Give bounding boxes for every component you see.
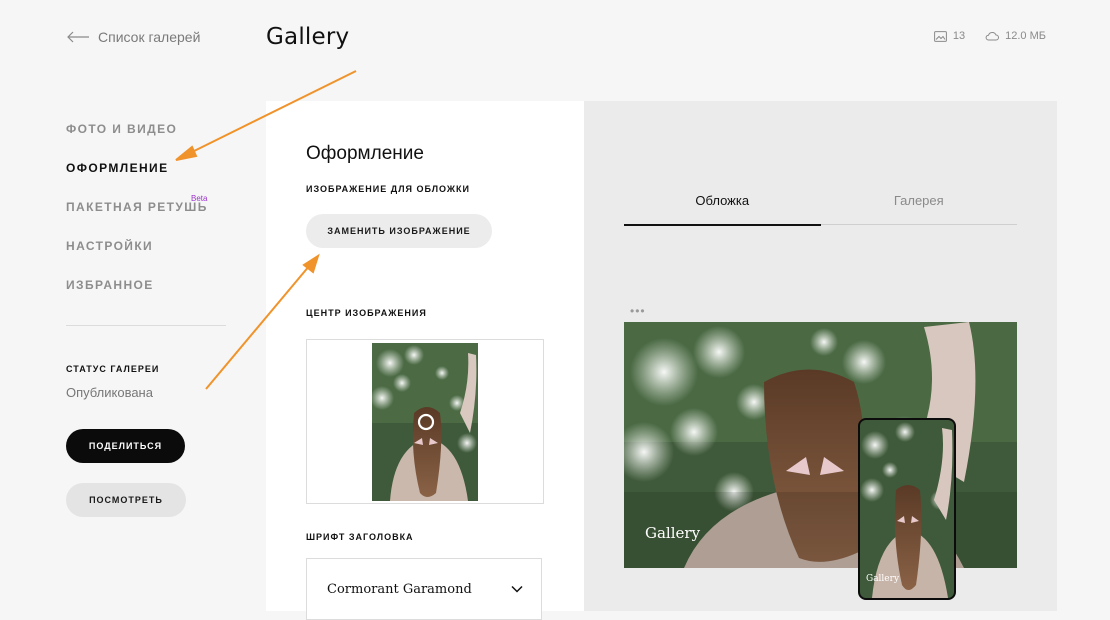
phone-preview-image: [860, 420, 954, 598]
chevron-down-icon: [511, 585, 523, 593]
tab-gallery[interactable]: Галерея: [821, 180, 1018, 224]
sidebar-item-photos-videos[interactable]: ФОТО И ВИДЕО: [66, 121, 226, 160]
sidebar-divider: [66, 325, 226, 326]
cloud-icon: [985, 31, 1000, 41]
sidebar-item-batch-retouch[interactable]: ПАКЕТНАЯ РЕТУШЬ Beta: [66, 194, 226, 238]
tab-cover[interactable]: Обложка: [624, 180, 821, 226]
storage-size: 12.0 МБ: [1005, 30, 1046, 42]
sidebar-item-label: ИЗБРАННОЕ: [66, 278, 154, 292]
more-dots-icon[interactable]: •••: [630, 305, 646, 317]
beta-badge: Beta: [191, 194, 208, 203]
focus-ring-icon[interactable]: [417, 413, 435, 431]
cover-image-label: ИЗОБРАЖЕНИЕ ДЛЯ ОБЛОЖКИ: [306, 184, 471, 194]
image-focus-picker[interactable]: [306, 339, 544, 504]
back-to-galleries-link[interactable]: Список галерей: [66, 28, 200, 46]
replace-image-button[interactable]: ЗАМЕНИТЬ ИЗОБРАЖЕНИЕ: [306, 214, 492, 248]
image-focus-label: ЦЕНТР ИЗОБРАЖЕНИЯ: [306, 308, 427, 318]
view-button[interactable]: ПОСМОТРЕТЬ: [66, 483, 186, 517]
phone-preview: Gallery: [858, 418, 956, 600]
page-title: Gallery: [266, 24, 350, 50]
arrow-left-icon: [67, 31, 89, 43]
gallery-status-value: Опубликована: [66, 385, 153, 400]
sidebar-item-settings[interactable]: НАСТРОЙКИ: [66, 238, 226, 277]
sidebar-item-label: ПАКЕТНАЯ РЕТУШЬ: [66, 200, 208, 214]
heading-font-value: Cormorant Garamond: [327, 581, 472, 597]
back-link-label: Список галерей: [98, 29, 201, 45]
image-icon: [933, 30, 947, 42]
heading-font-label: ШРИФТ ЗАГОЛОВКА: [306, 532, 414, 542]
share-button[interactable]: ПОДЕЛИТЬСЯ: [66, 429, 185, 463]
phone-preview-title: Gallery: [866, 574, 900, 584]
photo-count: 13: [952, 30, 966, 42]
gallery-meta: 13 12.0 МБ: [933, 30, 1046, 42]
sidebar-item-favorites[interactable]: ИЗБРАННОЕ: [66, 277, 226, 316]
sidebar-item-label: НАСТРОЙКИ: [66, 239, 154, 253]
gallery-status-label: СТАТУС ГАЛЕРЕИ: [66, 364, 160, 374]
preview-tabs: Обложка Галерея: [624, 180, 1018, 226]
cover-preview-title: Gallery: [645, 524, 701, 542]
sidebar-nav: ФОТО И ВИДЕО ОФОРМЛЕНИЕ ПАКЕТНАЯ РЕТУШЬ …: [66, 121, 226, 316]
sidebar-item-label: ОФОРМЛЕНИЕ: [66, 161, 169, 175]
sidebar-item-label: ФОТО И ВИДЕО: [66, 122, 178, 136]
design-panel-title: Оформление: [306, 143, 424, 164]
